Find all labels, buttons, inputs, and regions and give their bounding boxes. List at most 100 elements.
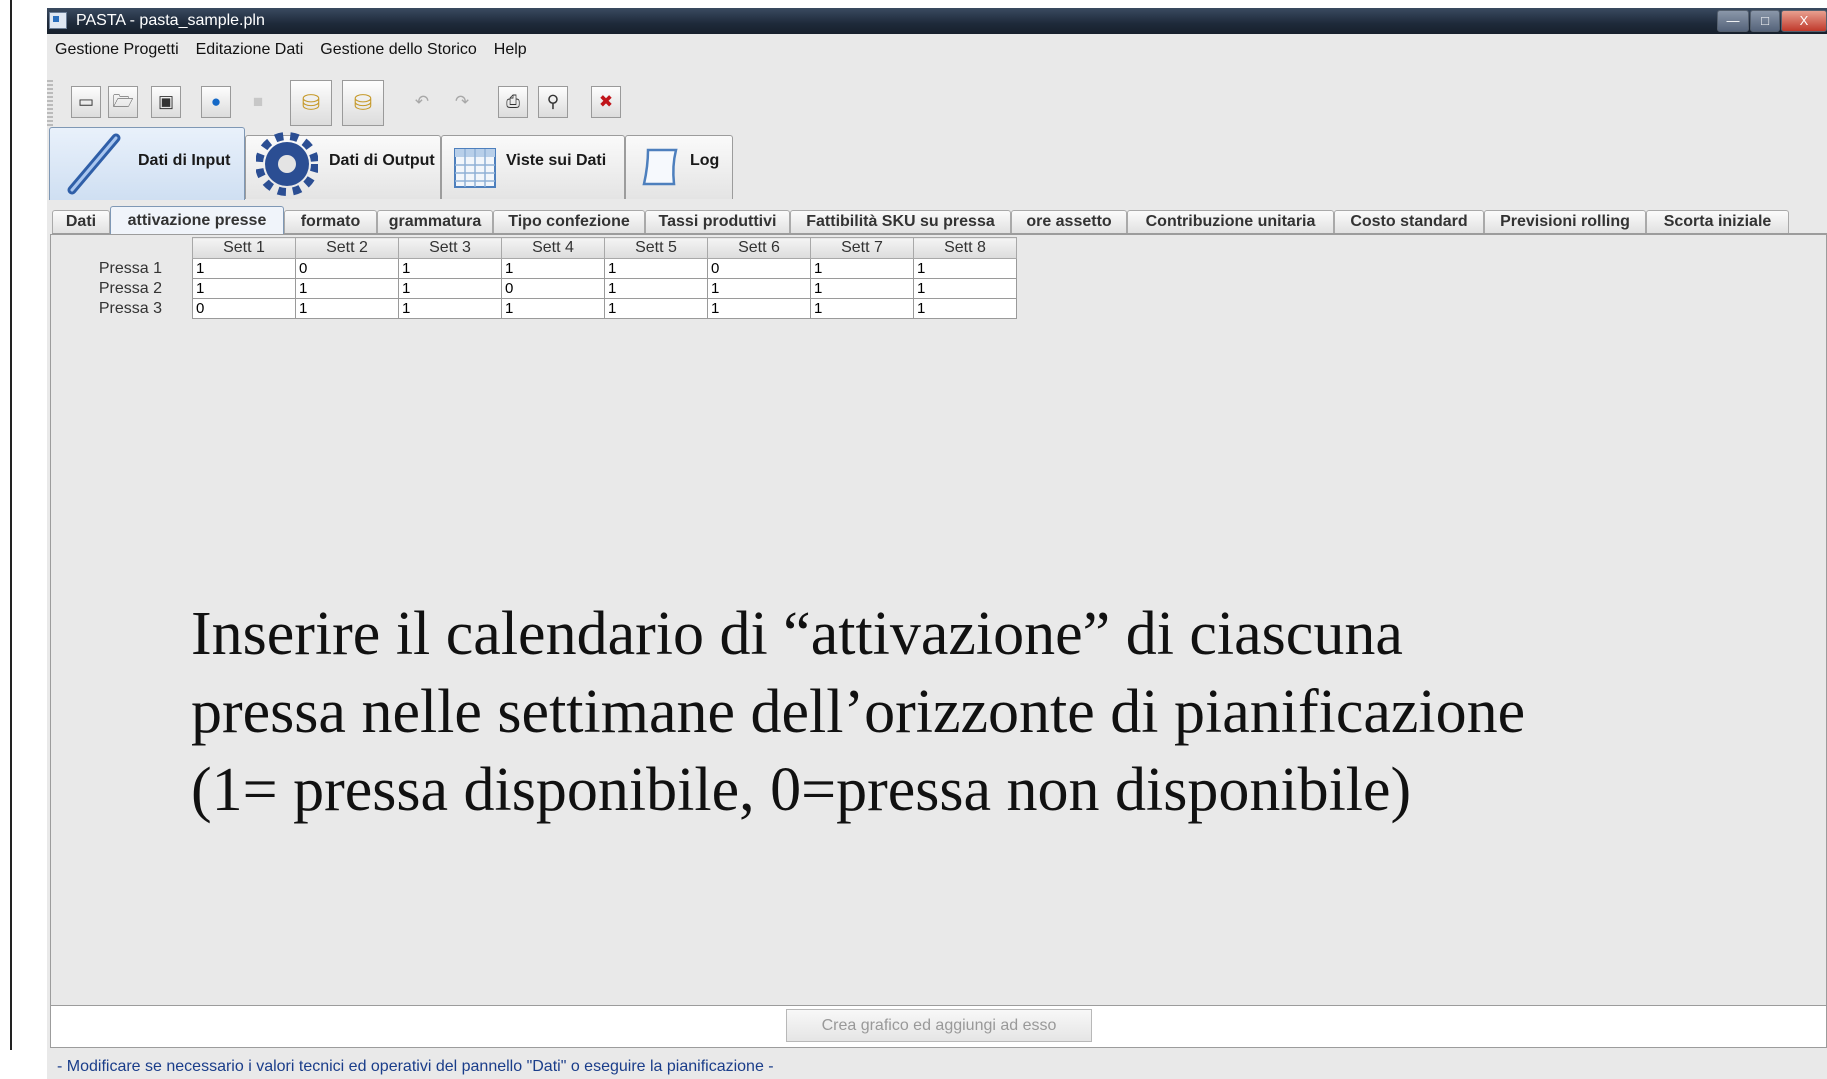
tab-label: Log [690,152,720,169]
column-header[interactable]: Sett 4 [501,237,605,259]
table-grid-icon [454,148,496,188]
tab-dati-di-output[interactable]: Dati di Output [245,132,441,199]
menu-editazione-dati[interactable]: Editazione Dati [196,41,304,61]
row-header: Pressa 3 [98,300,162,317]
note-line: (1= pressa disponibile, 0=pressa non dis… [191,756,1412,824]
table-cell[interactable]: 1 [913,258,1017,279]
column-header[interactable]: Sett 7 [810,237,914,259]
subtab-tipo-confezione[interactable]: Tipo confezione [493,210,645,233]
table-row: Pressa 2 1 1 1 0 1 1 1 1 [56,278,1017,299]
table-cell[interactable]: 1 [398,298,502,319]
title-bar: PASTA - pasta_sample.pln — □ X [47,8,1827,34]
tab-label: Viste sui Dati [506,152,607,169]
column-header[interactable]: Sett 8 [913,237,1017,259]
table-row: Pressa 3 0 1 1 1 1 1 1 1 [56,298,1017,319]
table-cell[interactable]: 0 [192,298,296,319]
sub-tabs: Dati attivazione presse formato grammatu… [52,206,1827,234]
note-line: pressa nelle settimane dell’orizzonte di… [191,678,1526,746]
tab-log[interactable]: Log [625,135,733,199]
table-cell[interactable]: 1 [604,298,708,319]
subtab-dati[interactable]: Dati [52,210,110,233]
subtab-scorta-iniziale[interactable]: Scorta iniziale [1646,210,1789,233]
subtab-attivazione-presse[interactable]: attivazione presse [110,206,284,234]
status-message: - Modificare se necessario i valori tecn… [57,1058,774,1075]
create-chart-button[interactable]: Crea grafico ed aggiungi ad esso [786,1009,1092,1042]
row-header: Pressa 2 [98,280,162,297]
column-header[interactable]: Sett 5 [604,237,708,259]
subtab-previsioni-rolling[interactable]: Previsioni rolling [1484,210,1646,233]
pen-icon [67,133,121,195]
redo-icon[interactable]: ↷ [447,86,477,118]
run-icon[interactable]: ● [201,86,231,118]
table-cell[interactable]: 0 [707,258,811,279]
subtab-ore-assetto[interactable]: ore assetto [1011,210,1127,233]
open-folder-icon[interactable]: 🗁 [108,86,138,118]
table-cell[interactable]: 0 [295,258,399,279]
table-row: Pressa 1 1 0 1 1 1 0 1 1 [56,258,1017,279]
new-project-icon[interactable]: ▭ [71,86,101,118]
toolbar-grip[interactable] [47,80,53,126]
export-db-icon[interactable]: ⛁ [342,80,384,126]
table-cell[interactable]: 1 [192,278,296,299]
table-cell[interactable]: 1 [707,298,811,319]
menu-help[interactable]: Help [494,41,527,61]
maximize-button[interactable]: □ [1750,10,1780,32]
table-cell[interactable]: 1 [398,278,502,299]
instruction-note: Inserire il calendario di “attivazione” … [191,595,1691,829]
table-cell[interactable]: 1 [192,258,296,279]
app-icon [49,12,67,29]
window-title: PASTA - pasta_sample.pln [76,12,265,29]
subtab-fattibilita-sku[interactable]: Fattibilità SKU su pressa [790,210,1011,233]
table-cell[interactable]: 1 [604,278,708,299]
zoom-icon[interactable]: ⚲ [538,86,568,118]
table-cell[interactable]: 1 [501,258,605,279]
column-header[interactable]: Sett 2 [295,237,399,259]
table-cell[interactable]: 1 [295,278,399,299]
subtab-grammatura[interactable]: grammatura [377,210,493,233]
note-line: Inserire il calendario di “attivazione” … [191,600,1403,668]
corner-header [56,238,193,259]
save-icon[interactable]: ▣ [151,86,181,118]
column-header[interactable]: Sett 3 [398,237,502,259]
import-db-icon[interactable]: ⛁ [290,80,332,126]
activation-table: Sett 1 Sett 2 Sett 3 Sett 4 Sett 5 Sett … [56,237,1017,319]
column-header[interactable]: Sett 1 [192,237,296,259]
gear-icon [256,132,318,196]
table-cell[interactable]: 1 [501,298,605,319]
menu-gestione-progetti[interactable]: Gestione Progetti [55,41,179,61]
table-cell[interactable]: 1 [913,278,1017,299]
menu-bar: Gestione Progetti Editazione Dati Gestio… [47,41,536,61]
bottom-bar: Crea grafico ed aggiungi ad esso [50,1006,1827,1048]
subtab-formato[interactable]: formato [284,210,377,233]
table-cell[interactable]: 1 [604,258,708,279]
table-cell[interactable]: 1 [295,298,399,319]
subtab-costo-standard[interactable]: Costo standard [1334,210,1484,233]
close-x-icon[interactable]: ✖ [591,86,621,118]
slide-left-rule [10,0,12,1050]
subtab-tassi-produttivi[interactable]: Tassi produttivi [645,210,790,233]
tab-dati-di-input[interactable]: Dati di Input [49,127,245,200]
column-header[interactable]: Sett 6 [707,237,811,259]
table-cell[interactable]: 1 [810,298,914,319]
data-panel: Sett 1 Sett 2 Sett 3 Sett 4 Sett 5 Sett … [50,234,1827,1006]
table-cell[interactable]: 1 [707,278,811,299]
tab-label: Dati di Input [138,152,231,169]
print-preview-icon[interactable]: ⎙ [498,86,528,118]
minimize-button[interactable]: — [1717,10,1749,32]
table-cell[interactable]: 1 [810,278,914,299]
menu-gestione-storico[interactable]: Gestione dello Storico [320,41,477,61]
table-cell[interactable]: 0 [501,278,605,299]
table-cell[interactable]: 1 [810,258,914,279]
app-window: PASTA - pasta_sample.pln — □ X Gestione … [47,8,1827,1079]
scroll-icon [642,148,678,186]
stop-icon[interactable]: ■ [243,86,273,118]
row-header: Pressa 1 [98,260,162,277]
tab-viste-sui-dati[interactable]: Viste sui Dati [441,135,625,199]
subtab-contribuzione-unitaria[interactable]: Contribuzione unitaria [1127,210,1334,233]
table-cell[interactable]: 1 [398,258,502,279]
tab-label: Dati di Output [329,152,435,169]
toolbar: ▭ 🗁 ▣ ● ■ ⛁ ⛁ ↶ ↷ ⎙ ⚲ ✖ [47,72,1827,128]
table-cell[interactable]: 1 [913,298,1017,319]
undo-icon[interactable]: ↶ [407,86,437,118]
close-button[interactable]: X [1781,10,1827,32]
